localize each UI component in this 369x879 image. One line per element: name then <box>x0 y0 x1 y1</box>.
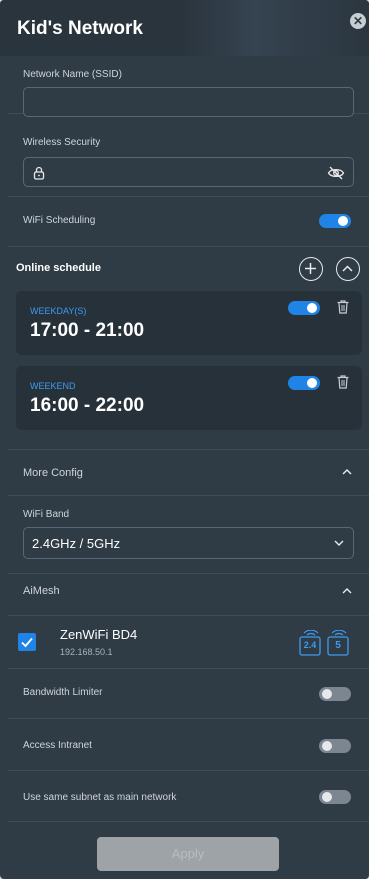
schedule-time: 17:00 - 21:00 <box>30 320 145 341</box>
bandwidth-limiter-label: Bandwidth Limiter <box>23 687 103 698</box>
wifi-scheduling-row: WiFi Scheduling <box>8 197 369 247</box>
schedule-toggle[interactable] <box>288 301 320 315</box>
wifi-scheduling-toggle[interactable] <box>319 214 351 228</box>
bandwidth-limiter-toggle[interactable] <box>319 687 351 701</box>
access-intranet-label: Access Intranet <box>23 740 92 751</box>
ssid-label: Network Name (SSID) <box>23 69 122 80</box>
schedule-divider <box>8 436 369 450</box>
wifi-band-value: 2.4GHz / 5GHz <box>32 536 121 551</box>
aimesh-label: AiMesh <box>23 585 60 597</box>
kids-network-panel: Kid's Network ✕ Network Name (SSID) Wire… <box>0 0 369 879</box>
band-2g-label: 2.4 <box>303 640 317 650</box>
aimesh-node-ip: 192.168.50.1 <box>60 647 113 657</box>
aimesh-row[interactable]: AiMesh <box>8 574 369 616</box>
security-row: Wireless Security <box>8 114 369 197</box>
access-intranet-row: Access Intranet <box>8 719 369 771</box>
schedule-time: 16:00 - 22:00 <box>30 395 145 416</box>
add-schedule-button[interactable] <box>299 257 323 281</box>
aimesh-node-name: ZenWiFi BD4 <box>60 627 138 642</box>
security-input[interactable] <box>23 157 354 187</box>
security-label: Wireless Security <box>23 137 101 148</box>
access-intranet-toggle[interactable] <box>319 739 351 753</box>
aimesh-node-checkbox[interactable] <box>18 633 36 651</box>
trash-icon[interactable] <box>337 300 349 314</box>
check-icon <box>21 637 33 648</box>
panel-content: Network Name (SSID) Wireless Security Wi… <box>8 56 369 879</box>
schedule-days: WEEKEND <box>30 381 76 391</box>
same-subnet-row: Use same subnet as main network <box>8 771 369 822</box>
apply-button[interactable]: Apply <box>97 837 279 871</box>
band-2g-icon: 2.4 <box>299 629 321 656</box>
wifi-band-row: WiFi Band 2.4GHz / 5GHz <box>8 496 369 574</box>
band-5g-label: 5 <box>335 640 341 651</box>
same-subnet-toggle[interactable] <box>319 790 351 804</box>
close-button[interactable]: ✕ <box>350 13 366 29</box>
bandwidth-limiter-row: Bandwidth Limiter <box>8 669 369 719</box>
ssid-input[interactable] <box>23 87 354 117</box>
schedule-card[interactable]: WEEKDAY(S) 17:00 - 21:00 <box>16 291 362 355</box>
lock-icon <box>33 166 45 180</box>
wifi-band-select[interactable]: 2.4GHz / 5GHz <box>23 527 354 559</box>
trash-icon[interactable] <box>337 375 349 389</box>
collapse-schedule-button[interactable] <box>336 257 360 281</box>
online-schedule-title: Online schedule <box>16 262 101 274</box>
eye-off-icon[interactable] <box>327 166 345 180</box>
ssid-row: Network Name (SSID) <box>8 56 369 117</box>
schedule-days: WEEKDAY(S) <box>30 306 87 316</box>
band-5g-icon: 5 <box>327 629 349 656</box>
wifi-scheduling-label: WiFi Scheduling <box>23 215 96 226</box>
schedule-toggle[interactable] <box>288 376 320 390</box>
chevron-down-icon <box>334 540 344 546</box>
chevron-up-icon <box>342 265 353 272</box>
panel-title: Kid's Network <box>17 18 143 39</box>
schedule-card[interactable]: WEEKEND 16:00 - 22:00 <box>16 366 362 430</box>
same-subnet-label: Use same subnet as main network <box>23 792 177 803</box>
more-config-row[interactable]: More Config <box>8 450 369 496</box>
chevron-up-icon <box>342 588 352 594</box>
chevron-up-icon <box>342 469 352 475</box>
plus-icon <box>305 263 316 274</box>
wifi-band-label: WiFi Band <box>23 509 70 520</box>
more-config-label: More Config <box>23 467 83 479</box>
aimesh-node-row: ZenWiFi BD4 192.168.50.1 2.4 5 <box>8 616 369 669</box>
